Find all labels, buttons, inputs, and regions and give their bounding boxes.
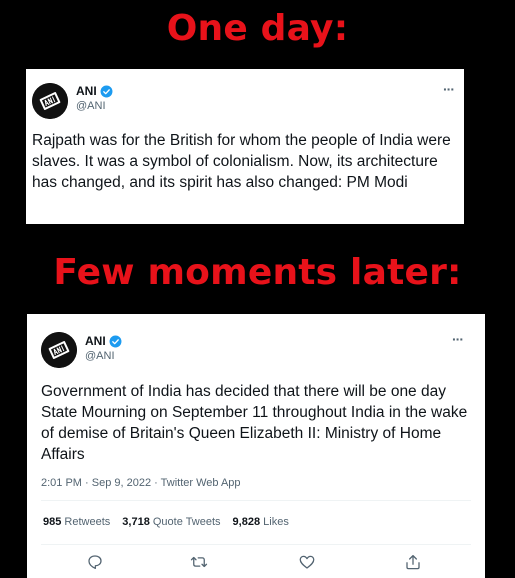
verified-badge-icon (109, 335, 122, 347)
ani-avatar[interactable] (41, 332, 77, 368)
ani-logo-icon (32, 83, 68, 119)
retweet-icon (190, 556, 208, 568)
tweet-text: Government of India has decided that the… (41, 383, 468, 463)
author-handle[interactable]: @ANI (76, 100, 106, 112)
author-name[interactable]: ANI (76, 84, 97, 98)
retweet-button[interactable] (190, 553, 208, 571)
like-button[interactable] (298, 553, 316, 571)
ani-avatar[interactable] (32, 83, 68, 119)
quotes-label: Quote Tweets (152, 516, 221, 528)
like-icon (299, 555, 315, 569)
likes-label: Likes (263, 516, 289, 528)
author-row[interactable]: ANI (85, 334, 122, 348)
quote-tweets-stat[interactable]: 3,718 Quote Tweets (122, 516, 220, 528)
ani-logo-icon (41, 332, 77, 368)
retweets-stat[interactable]: 985 Retweets (43, 516, 110, 528)
author-row[interactable]: ANI (76, 84, 113, 98)
headline-one-day: One day: (166, 8, 349, 49)
tweet-text: Rajpath was for the British for whom the… (32, 132, 451, 191)
tweet-card-mourning[interactable]: ANI @ANI ··· Government of India has dec… (27, 314, 485, 578)
reply-button[interactable] (86, 553, 104, 571)
engagement-stats: 985 Retweets 3,718 Quote Tweets 9,828 Li… (43, 516, 289, 528)
share-button[interactable] (404, 553, 422, 571)
verified-badge-icon (100, 85, 113, 97)
likes-count: 9,828 (232, 516, 261, 528)
headline-few-moments-later: Few moments later: (53, 252, 462, 293)
tweet-actions (27, 550, 485, 574)
divider (41, 544, 471, 545)
reply-icon (88, 555, 102, 570)
author-name[interactable]: ANI (85, 334, 106, 348)
retweets-count: 985 (43, 516, 62, 528)
tweet-timestamp[interactable]: 2:01 PM · Sep 9, 2022 · Twitter Web App (41, 477, 241, 489)
quotes-count: 3,718 (122, 516, 150, 528)
tweet-card-rajpath[interactable]: ANI @ANI ··· Rajpath was for the British… (26, 69, 464, 224)
more-options-icon[interactable]: ··· (452, 331, 464, 347)
share-icon (406, 554, 420, 570)
more-options-icon[interactable]: ··· (443, 81, 455, 97)
likes-stat[interactable]: 9,828 Likes (233, 516, 289, 528)
author-handle[interactable]: @ANI (85, 350, 115, 362)
divider (41, 500, 471, 501)
retweets-label: Retweets (64, 516, 111, 528)
